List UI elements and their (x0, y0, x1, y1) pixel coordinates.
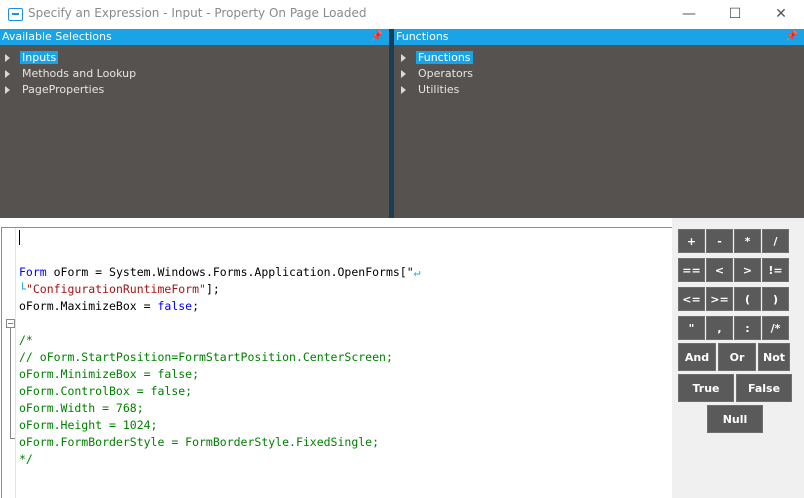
code-token: Form (19, 265, 47, 279)
code-token: oForm.MaximizeBox = (19, 299, 158, 313)
key-greater-than[interactable]: > (734, 258, 761, 282)
tree-item-functions[interactable]: Functions (401, 50, 473, 65)
code-token: oForm.FormBorderStyle = FormBorderStyle.… (19, 435, 380, 449)
tree-item-label: PageProperties (22, 83, 105, 96)
code-token: // oForm.StartPosition=FormStartPosition… (19, 350, 393, 364)
key-not[interactable]: Not (758, 343, 790, 371)
code-line (19, 315, 421, 332)
pin-icon[interactable]: 📌 (786, 29, 798, 45)
wrap-start-icon: └ (19, 282, 26, 296)
code-line: └"ConfigurationRuntimeForm"]; (19, 281, 421, 298)
key-comma[interactable]: , (706, 316, 733, 340)
code-token: ]; (205, 282, 220, 296)
maximize-button[interactable]: ☐ (712, 0, 758, 29)
operator-keypad: + - * / == < > != <= >= ( ) " , : /* And… (672, 218, 804, 498)
code-line: // oForm.StartPosition=FormStartPosition… (19, 349, 421, 366)
code-token: oForm.Height = 1024; (19, 418, 158, 432)
code-token: "ConfigurationRuntimeForm" (25, 282, 206, 296)
text-cursor (19, 230, 20, 245)
tree-item-label: Functions (416, 51, 473, 64)
key-null[interactable]: Null (707, 405, 763, 433)
tree-item-label: Utilities (418, 83, 460, 96)
code-line: oForm.MinimizeBox = false; (19, 366, 421, 383)
key-colon[interactable]: : (734, 316, 761, 340)
code-line: */ (19, 451, 421, 468)
code-token: oForm = System.Windows.Forms.Application… (46, 265, 414, 279)
close-button[interactable]: ✕ (758, 0, 804, 29)
code-line: oForm.MaximizeBox = false; (19, 298, 421, 315)
code-token: false (157, 299, 193, 313)
available-selections-title: Available Selections (2, 30, 112, 43)
expand-arrow-icon[interactable] (401, 70, 406, 78)
code-token: ; (192, 299, 200, 313)
fold-guide (10, 328, 11, 438)
key-less-than[interactable]: < (706, 258, 733, 282)
key-comment[interactable]: /* (762, 316, 789, 340)
available-selections-panel: Available Selections 📌 Inputs Methods an… (0, 29, 389, 218)
expand-arrow-icon[interactable] (401, 54, 406, 62)
minimize-button[interactable]: — (666, 0, 712, 29)
code-line: oForm.Height = 1024; (19, 417, 421, 434)
code-content[interactable]: Form oForm = System.Windows.Forms.Applic… (19, 247, 421, 468)
tree-item-inputs[interactable]: Inputs (5, 50, 59, 65)
key-not-equals[interactable]: != (762, 258, 789, 282)
key-less-equal[interactable]: <= (678, 287, 705, 311)
key-quote[interactable]: " (678, 316, 705, 340)
key-open-paren[interactable]: ( (734, 287, 761, 311)
key-and[interactable]: And (678, 343, 716, 371)
fold-toggle-icon[interactable]: − (6, 319, 15, 328)
editor-margin (15, 228, 16, 498)
functions-panel: Functions 📌 Functions Operators Utilitie… (394, 29, 804, 218)
expand-arrow-icon[interactable] (401, 86, 406, 94)
tree-item-label: Methods and Lookup (22, 67, 137, 80)
window-title: Specify an Expression - Input - Property… (28, 6, 367, 20)
functions-header: Functions 📌 (394, 29, 804, 45)
title-bar: Specify an Expression - Input - Property… (0, 0, 804, 29)
key-multiply[interactable]: * (734, 229, 761, 253)
code-token: oForm.MinimizeBox = false; (19, 367, 200, 381)
code-line (19, 247, 421, 264)
key-false[interactable]: False (736, 374, 792, 402)
key-close-paren[interactable]: ) (762, 287, 789, 311)
available-selections-header: Available Selections 📌 (0, 29, 389, 45)
expand-arrow-icon[interactable] (5, 70, 10, 78)
expression-editor[interactable]: − Form oForm = System.Windows.Forms.Appl… (1, 227, 672, 498)
code-token: oForm.ControlBox = false; (19, 384, 193, 398)
expand-arrow-icon[interactable] (5, 86, 10, 94)
key-equals[interactable]: == (678, 258, 705, 282)
key-true[interactable]: True (678, 374, 734, 402)
key-minus[interactable]: - (706, 229, 733, 253)
code-line: /* (19, 332, 421, 349)
code-token: /* (19, 333, 33, 347)
tree-item-utilities[interactable]: Utilities (401, 82, 461, 97)
key-or[interactable]: Or (718, 343, 756, 371)
code-line: oForm.Width = 768; (19, 400, 421, 417)
tree-item-pageproperties[interactable]: PageProperties (5, 82, 106, 97)
tree-item-label: Inputs (20, 51, 59, 64)
key-plus[interactable]: + (678, 229, 705, 253)
functions-title: Functions (396, 30, 449, 43)
key-greater-equal[interactable]: >= (706, 287, 733, 311)
code-token: oForm.Width = 768; (19, 401, 144, 415)
fold-guide-end (10, 438, 15, 439)
expand-arrow-icon[interactable] (5, 54, 10, 62)
code-line: oForm.ControlBox = false; (19, 383, 421, 400)
tree-item-operators[interactable]: Operators (401, 66, 475, 81)
app-icon (8, 8, 23, 21)
key-divide[interactable]: / (762, 229, 789, 253)
tree-item-methods-and-lookup[interactable]: Methods and Lookup (5, 66, 138, 81)
code-line: Form oForm = System.Windows.Forms.Applic… (19, 264, 421, 281)
code-line: oForm.FormBorderStyle = FormBorderStyle.… (19, 434, 421, 451)
tree-item-label: Operators (418, 67, 473, 80)
pin-icon[interactable]: 📌 (371, 29, 383, 45)
code-token: */ (19, 452, 33, 466)
wrap-continue-icon: ↵ (413, 265, 421, 279)
